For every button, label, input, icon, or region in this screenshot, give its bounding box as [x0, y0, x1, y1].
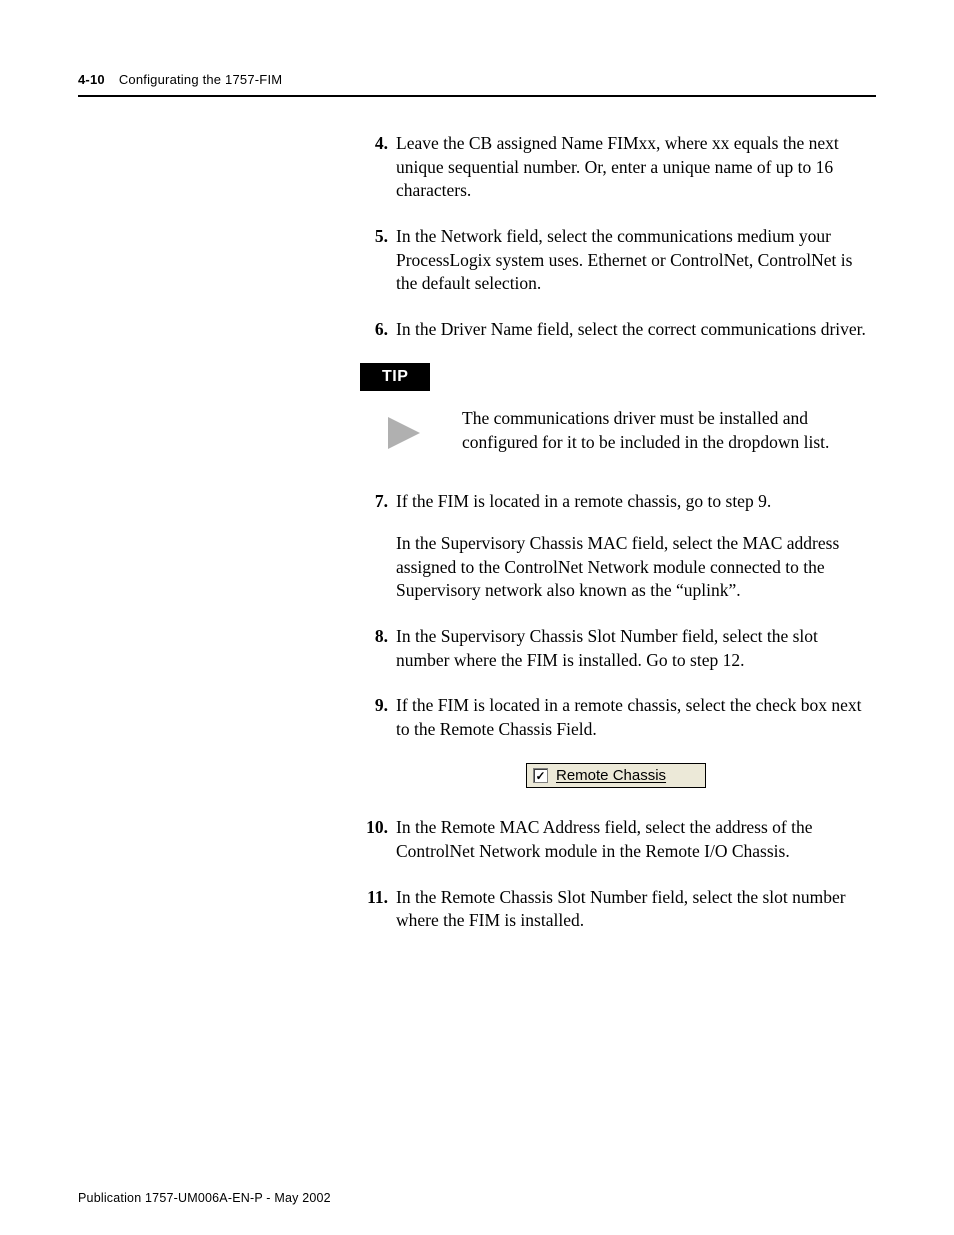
- step-number: 10.: [360, 816, 388, 863]
- step-text: In the Supervisory Chassis Slot Number f…: [396, 625, 872, 672]
- step-7: 7. If the FIM is located in a remote cha…: [360, 490, 872, 603]
- step-4: 4. Leave the CB assigned Name FIMxx, whe…: [360, 132, 872, 203]
- step-number: 8.: [360, 625, 388, 672]
- remote-chassis-checkbox[interactable]: ✓ Remote Chassis: [526, 763, 706, 788]
- step-number: 6.: [360, 318, 388, 342]
- step-text: If the FIM is located in a remote chassi…: [396, 694, 872, 741]
- step-text: In the Network field, select the communi…: [396, 225, 872, 296]
- section-title: Configurating the 1757-FIM: [119, 72, 282, 87]
- step-number: 7.: [360, 490, 388, 603]
- header-rule: [78, 95, 876, 97]
- step-text: In the Remote MAC Address field, select …: [396, 816, 872, 863]
- arrow-right-icon: [384, 413, 424, 458]
- step-7-p2: In the Supervisory Chassis MAC field, se…: [396, 532, 872, 603]
- step-number: 11.: [360, 886, 388, 933]
- tip-text: The communications driver must be instal…: [462, 407, 872, 454]
- step-number: 5.: [360, 225, 388, 296]
- step-8: 8. In the Supervisory Chassis Slot Numbe…: [360, 625, 872, 672]
- checkbox-label: Remote Chassis: [556, 767, 666, 784]
- tip-block: TIP The communications driver must be in…: [360, 363, 872, 458]
- step-10: 10. In the Remote MAC Address field, sel…: [360, 816, 872, 863]
- step-6: 6. In the Driver Name field, select the …: [360, 318, 872, 342]
- step-11: 11. In the Remote Chassis Slot Number fi…: [360, 886, 872, 933]
- step-text: In the Remote Chassis Slot Number field,…: [396, 886, 872, 933]
- step-5: 5. In the Network field, select the comm…: [360, 225, 872, 296]
- page-number: 4-10: [78, 72, 105, 87]
- tip-label: TIP: [360, 363, 430, 391]
- page-header: 4-10 Configurating the 1757-FIM: [78, 72, 876, 97]
- step-number: 4.: [360, 132, 388, 203]
- step-text: If the FIM is located in a remote chassi…: [396, 490, 872, 603]
- checkbox-icon[interactable]: ✓: [533, 768, 548, 783]
- main-content: 4. Leave the CB assigned Name FIMxx, whe…: [360, 132, 872, 955]
- step-9: 9. If the FIM is located in a remote cha…: [360, 694, 872, 741]
- publication-footer: Publication 1757-UM006A-EN-P - May 2002: [78, 1191, 331, 1205]
- step-7-p1: If the FIM is located in a remote chassi…: [396, 490, 872, 514]
- step-text: Leave the CB assigned Name FIMxx, where …: [396, 132, 872, 203]
- step-number: 9.: [360, 694, 388, 741]
- step-text: In the Driver Name field, select the cor…: [396, 318, 872, 342]
